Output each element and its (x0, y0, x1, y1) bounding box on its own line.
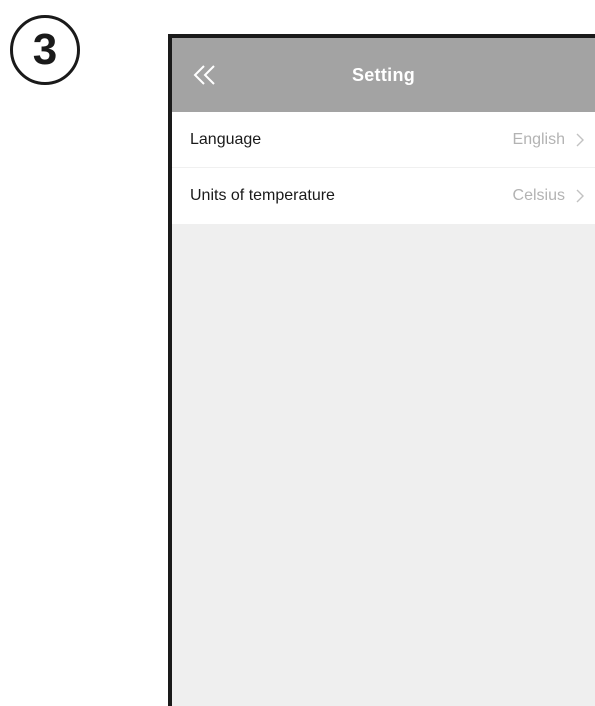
navigation-bar: Setting (172, 38, 595, 112)
setting-row-language[interactable]: Language English (172, 112, 595, 168)
phone-screen: Setting Language English Units of temper… (168, 34, 595, 706)
setting-value-language: English (512, 130, 565, 148)
setting-label-temperature-units: Units of temperature (190, 187, 335, 204)
setting-value-group-temperature-units: Celsius (513, 187, 585, 205)
setting-label-language: Language (190, 130, 262, 148)
setting-row-temperature-units[interactable]: Units of temperature Celsius (172, 168, 595, 224)
back-button[interactable] (188, 58, 222, 92)
settings-list: Language English Units of temperature Ce… (172, 112, 595, 224)
chevron-right-icon (576, 133, 584, 146)
step-number: 3 (32, 25, 58, 74)
chevron-right-icon (576, 189, 584, 203)
double-chevron-left-icon (193, 65, 215, 85)
step-number-badge: 3 (10, 15, 80, 85)
setting-value-temperature-units: Celsius (512, 187, 565, 204)
setting-value-group-language: English (513, 131, 585, 149)
page-title: Setting (351, 64, 416, 85)
